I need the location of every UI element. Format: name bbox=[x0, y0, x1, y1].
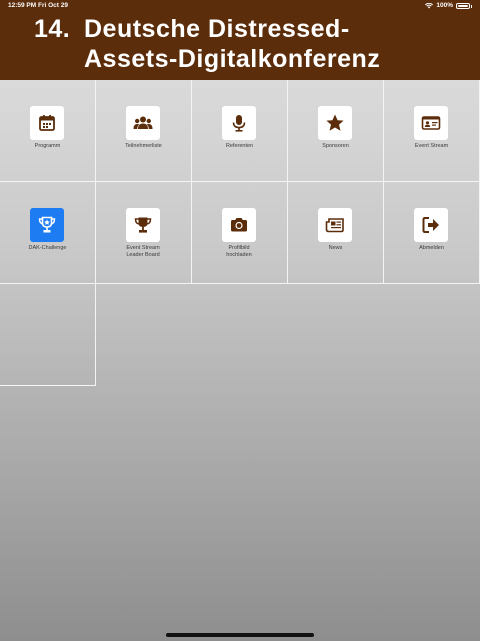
status-right: 100% bbox=[425, 0, 472, 12]
tile-label: Referenten bbox=[225, 143, 254, 149]
tile-label: News bbox=[328, 245, 343, 251]
app-header: 14. Deutsche Distressed- Assets-Digitalk… bbox=[0, 0, 480, 80]
users-icon bbox=[133, 116, 153, 129]
tile-programm[interactable]: Programm bbox=[0, 80, 96, 182]
tile-referenten[interactable]: Referenten bbox=[192, 80, 288, 182]
tile-dak-challenge[interactable]: DAK-Challenge bbox=[0, 182, 96, 284]
status-bar: 12:59 PM Fri Oct 29 100% bbox=[0, 0, 480, 12]
tile-label: Teilnehmerliste bbox=[125, 143, 162, 149]
tile-label: Programm bbox=[34, 143, 61, 149]
newspaper-icon bbox=[325, 218, 344, 233]
conference-number: 14. bbox=[34, 15, 71, 43]
star-icon bbox=[326, 114, 344, 131]
tile-label: Event Stream bbox=[414, 143, 449, 149]
status-date: Fri Oct 29 bbox=[38, 2, 68, 9]
tile-event-stream[interactable]: Event Stream bbox=[384, 80, 480, 182]
tile-label: Abmelden bbox=[419, 245, 444, 251]
home-indicator[interactable] bbox=[166, 633, 314, 637]
tile-label: DAK-Challenge bbox=[28, 245, 67, 251]
tile-label: Profilbild hochladen bbox=[226, 245, 252, 258]
status-time: 12:59 PM bbox=[8, 2, 37, 9]
tile-teilnehmerliste[interactable]: Teilnehmerliste bbox=[96, 80, 192, 182]
tile-sponsoren[interactable]: Sponsoren bbox=[288, 80, 384, 182]
wifi-icon bbox=[425, 3, 434, 9]
calendar-icon bbox=[39, 115, 55, 131]
tile-profilbild-hochladen[interactable]: Profilbild hochladen bbox=[192, 182, 288, 284]
trophy-icon bbox=[134, 217, 152, 233]
trophy-icon bbox=[38, 216, 56, 233]
tile-label: Sponsoren bbox=[322, 143, 349, 149]
camera-icon bbox=[231, 218, 247, 232]
tile-label: Event Stream Leader Board bbox=[126, 245, 160, 258]
tile-abmelden[interactable]: Abmelden bbox=[384, 182, 480, 284]
conference-title-line1: Deutsche Distressed- bbox=[84, 15, 350, 43]
id-card-icon bbox=[421, 116, 441, 130]
tile-event-stream-leader-board[interactable]: Event Stream Leader Board bbox=[96, 182, 192, 284]
battery-percent: 100% bbox=[436, 2, 453, 9]
microphone-icon bbox=[232, 115, 246, 132]
conference-title-line2: Assets-Digitalkonferenz bbox=[84, 45, 381, 73]
tile-news[interactable]: News bbox=[288, 182, 384, 284]
empty-tile bbox=[0, 284, 96, 386]
battery-icon bbox=[456, 3, 470, 9]
sign-out-icon bbox=[422, 217, 439, 233]
